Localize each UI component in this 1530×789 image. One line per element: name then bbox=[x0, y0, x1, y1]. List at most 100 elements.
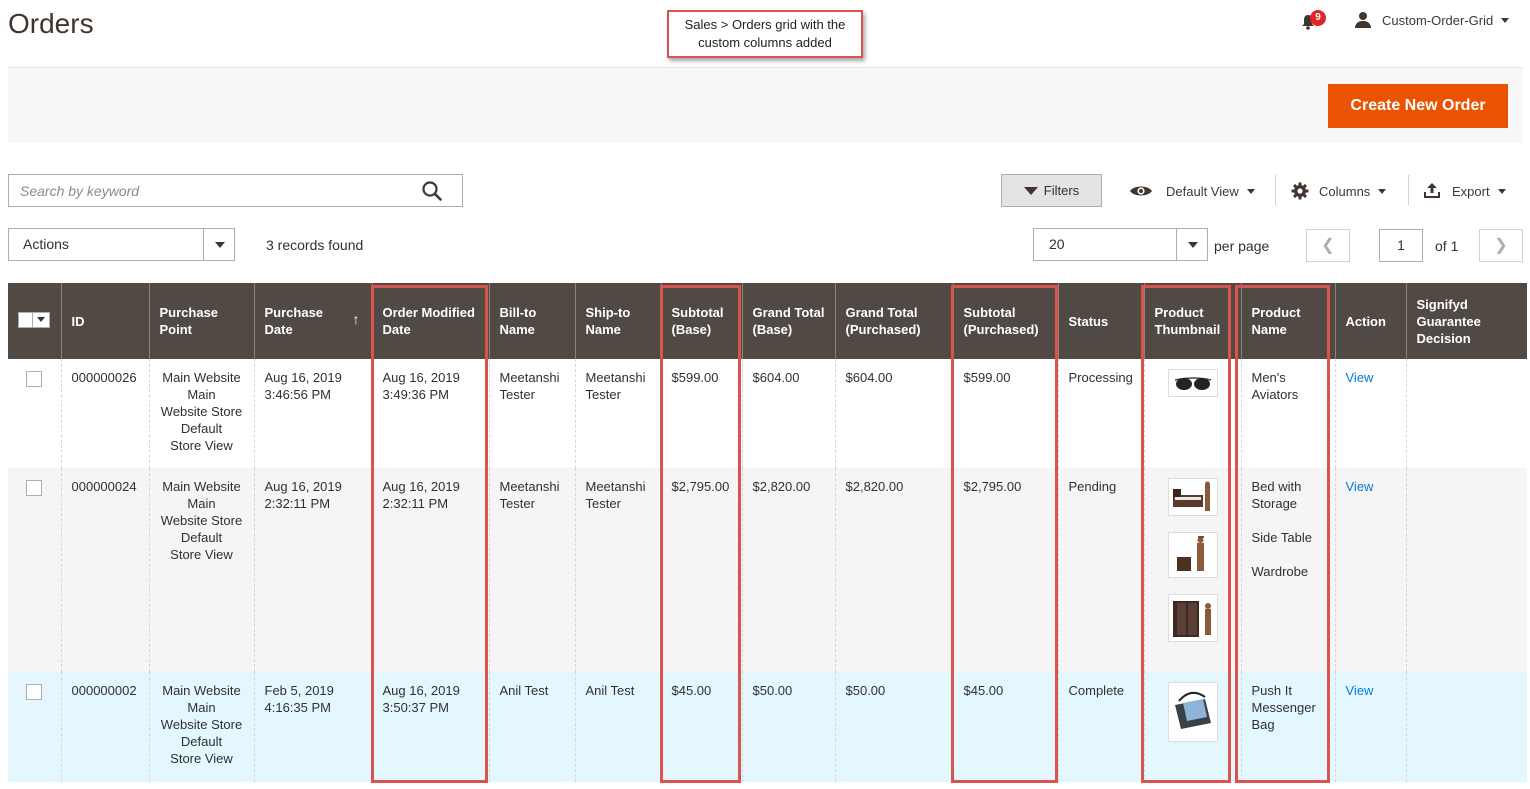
order-modified-date: Aug 16, 2019 3:50:37 PM bbox=[371, 672, 489, 782]
subtotal-purchased: $599.00 bbox=[952, 359, 1058, 468]
chevron-right-icon: ❯ bbox=[1494, 237, 1508, 254]
view-order-link[interactable]: View bbox=[1346, 370, 1374, 385]
order-id: 000000024 bbox=[60, 468, 149, 672]
page-number-input[interactable]: 1 bbox=[1379, 229, 1423, 262]
toolbar-divider bbox=[1275, 175, 1276, 205]
search-box bbox=[8, 174, 463, 207]
subtotal-base: $2,795.00 bbox=[660, 468, 742, 672]
ship-to-name: Anil Test bbox=[574, 672, 661, 782]
column-header-status[interactable]: Status bbox=[1057, 283, 1144, 359]
columns-label: Columns bbox=[1319, 183, 1371, 199]
view-switcher[interactable]: Default View bbox=[1129, 178, 1255, 204]
product-name: Men's Aviators bbox=[1251, 370, 1299, 402]
mass-actions-select[interactable]: Actions bbox=[8, 228, 235, 261]
product-thumbnails bbox=[1143, 359, 1241, 468]
search-input[interactable] bbox=[9, 175, 409, 206]
chevron-down-icon bbox=[1378, 188, 1387, 194]
subtotal-base: $45.00 bbox=[660, 672, 742, 782]
column-header-purchase-point[interactable]: Purchase Point bbox=[148, 283, 254, 359]
export-label: Export bbox=[1452, 183, 1490, 199]
purchase-date: Aug 16, 2019 3:46:56 PM bbox=[253, 359, 372, 468]
purchase-point: Main Website Main Website Store Default Stor… bbox=[148, 468, 254, 672]
order-modified-date: Aug 16, 2019 2:32:11 PM bbox=[371, 468, 489, 672]
column-header-product-name[interactable]: Product Name bbox=[1240, 283, 1335, 359]
view-order-link[interactable]: View bbox=[1346, 683, 1374, 698]
product-thumbnail-image bbox=[1167, 594, 1218, 642]
search-icon[interactable] bbox=[422, 181, 442, 201]
order-status: Processing bbox=[1057, 359, 1144, 468]
row-checkbox[interactable] bbox=[26, 684, 42, 700]
grand-total-purchased: $604.00 bbox=[834, 359, 953, 468]
product-thumbnail-image bbox=[1167, 478, 1218, 516]
grid-header-row: ID Purchase Point Purchase Date ↑ Order … bbox=[8, 283, 1527, 359]
toolbar-divider bbox=[1408, 175, 1409, 205]
row-checkbox[interactable] bbox=[26, 371, 42, 387]
order-id: 000000026 bbox=[60, 359, 149, 468]
annotation-callout: Sales > Orders grid with the custom colu… bbox=[667, 10, 863, 58]
gear-icon bbox=[1291, 182, 1309, 200]
table-row[interactable]: 000000026 Main Website Main Website Store D… bbox=[8, 359, 1527, 468]
product-names: Bed with Storage Side Table Wardrobe bbox=[1240, 468, 1335, 672]
table-row[interactable]: 000000002 Main Website Main Website Store D… bbox=[8, 672, 1527, 782]
table-row[interactable]: 000000024 Main Website Main Website Store D… bbox=[8, 468, 1527, 672]
sort-arrow-icon: ↑ bbox=[352, 311, 360, 327]
column-header-ship-to-name[interactable]: Ship-to Name bbox=[574, 283, 661, 359]
column-header-action[interactable]: Action bbox=[1334, 283, 1406, 359]
chevron-down-icon bbox=[37, 317, 45, 322]
export-icon bbox=[1424, 183, 1440, 198]
notifications-button[interactable]: 9 bbox=[1298, 10, 1328, 32]
per-page-select[interactable]: 20 bbox=[1033, 228, 1208, 261]
product-names: Men's Aviators bbox=[1240, 359, 1335, 468]
column-header-id[interactable]: ID bbox=[60, 283, 149, 359]
filter-icon bbox=[1023, 186, 1038, 195]
product-thumbnail-image bbox=[1167, 682, 1218, 742]
product-name: Side Table bbox=[1251, 530, 1312, 545]
chevron-down-icon bbox=[1501, 17, 1510, 23]
view-order-link[interactable]: View bbox=[1346, 479, 1374, 494]
order-status: Pending bbox=[1057, 468, 1144, 672]
column-header-product-thumbnail[interactable]: Product Thumbnail bbox=[1143, 283, 1241, 359]
actions-label: Actions bbox=[23, 236, 69, 252]
column-header-subtotal-base[interactable]: Subtotal (Base) bbox=[660, 283, 742, 359]
chevron-down-icon bbox=[1176, 229, 1207, 260]
user-icon bbox=[1354, 11, 1372, 29]
columns-control[interactable]: Columns bbox=[1291, 178, 1387, 204]
next-page-button[interactable]: ❯ bbox=[1479, 229, 1523, 262]
column-header-purchase-date[interactable]: Purchase Date ↑ bbox=[253, 283, 372, 359]
bill-to-name: Meetanshi Tester bbox=[488, 468, 575, 672]
view-label: Default View bbox=[1166, 183, 1239, 199]
create-new-order-button[interactable]: Create New Order bbox=[1328, 84, 1508, 128]
subtotal-base: $599.00 bbox=[660, 359, 742, 468]
order-modified-date: Aug 16, 2019 3:49:36 PM bbox=[371, 359, 489, 468]
column-header-grand-total-base[interactable]: Grand Total (Base) bbox=[741, 283, 835, 359]
signifyd-decision bbox=[1405, 672, 1527, 782]
select-all-header[interactable] bbox=[8, 283, 61, 359]
filters-button[interactable]: Filters bbox=[1001, 174, 1102, 207]
purchase-date: Aug 16, 2019 2:32:11 PM bbox=[253, 468, 372, 672]
user-account-menu[interactable]: Custom-Order-Grid bbox=[1354, 10, 1510, 30]
grand-total-base: $50.00 bbox=[741, 672, 835, 782]
column-header-grand-total-purchased[interactable]: Grand Total (Purchased) bbox=[834, 283, 953, 359]
column-header-bill-to-name[interactable]: Bill-to Name bbox=[488, 283, 575, 359]
per-page-label: per page bbox=[1214, 238, 1270, 254]
user-name: Custom-Order-Grid bbox=[1382, 12, 1494, 28]
chevron-down-icon bbox=[203, 229, 234, 260]
order-status: Complete bbox=[1057, 672, 1144, 782]
eye-icon bbox=[1130, 186, 1152, 196]
signifyd-decision bbox=[1405, 359, 1527, 468]
chevron-left-icon: ❮ bbox=[1321, 237, 1335, 254]
mass-select-checkbox[interactable] bbox=[18, 311, 50, 328]
notification-count-badge: 9 bbox=[1310, 10, 1326, 26]
bill-to-name: Meetanshi Tester bbox=[488, 359, 575, 468]
previous-page-button[interactable]: ❮ bbox=[1306, 229, 1350, 262]
product-thumbnails bbox=[1143, 672, 1241, 782]
filters-label: Filters bbox=[1043, 183, 1080, 198]
column-header-subtotal-purchased[interactable]: Subtotal (Purchased) bbox=[952, 283, 1058, 359]
row-checkbox[interactable] bbox=[26, 480, 42, 496]
export-control[interactable]: Export bbox=[1423, 178, 1506, 204]
product-thumbnail-image bbox=[1167, 532, 1218, 578]
column-header-order-modified-date[interactable]: Order Modified Date bbox=[371, 283, 489, 359]
page-count: of 1 bbox=[1435, 238, 1459, 254]
column-header-signifyd-decision[interactable]: Signifyd Guarantee Decision bbox=[1405, 283, 1527, 359]
grand-total-purchased: $50.00 bbox=[834, 672, 953, 782]
